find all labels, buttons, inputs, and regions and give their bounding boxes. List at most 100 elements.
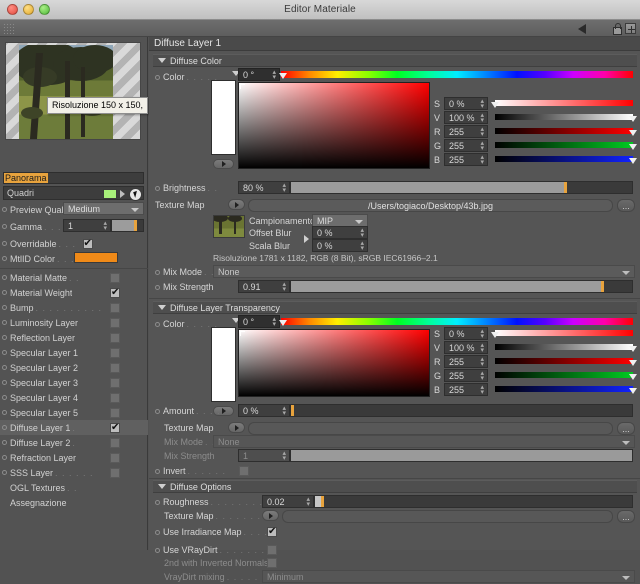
stepper-icon[interactable]: ▴▾ [282,282,286,292]
anim-track-icon[interactable] [2,305,7,310]
expand-button[interactable] [625,23,636,34]
material-preview[interactable] [5,42,141,140]
amount-slider[interactable] [290,404,633,417]
anim-track-icon[interactable] [2,365,7,370]
quadri-row[interactable]: Quadri [3,186,144,200]
sidebar-item-assegnazione[interactable]: Assegnazione [0,495,148,510]
stepper-icon[interactable]: ▴▾ [480,371,484,381]
vraydirt-mixing-select[interactable]: Minimum [262,570,635,583]
back-arrow-icon[interactable] [578,24,586,34]
channel-checkbox[interactable] [110,423,120,433]
transparency-mix-strength-slider[interactable] [290,449,633,462]
channel-knob[interactable] [491,102,499,108]
transparency-hue-input[interactable]: 0 ° ▴▾ [238,315,280,328]
inverted-normals-checkbox[interactable] [267,558,277,568]
stepper-icon[interactable]: ▴▾ [272,70,276,80]
channel-row-luminosity-layer[interactable]: Luminosity Layer [0,315,148,330]
stepper-icon[interactable]: ▴▾ [480,113,484,123]
channel-value-input[interactable]: 0 %▴▾ [444,327,488,340]
channel-row-diffuse-layer-2[interactable]: Diffuse Layer 2. [0,435,148,450]
offset-blur-input[interactable]: 0 % ▴▾ [312,226,368,239]
mix-strength-input[interactable]: 0.91 ▴▾ [238,280,290,293]
channel-knob[interactable] [629,374,637,380]
gamma-input[interactable]: 1 ▴▾ [63,219,111,232]
anim-track-icon[interactable] [2,470,7,475]
channel-checkbox[interactable] [110,438,120,448]
stepper-icon[interactable]: ▴▾ [282,451,286,461]
roughness-slider[interactable] [314,495,633,508]
channel-row-specular-layer-2[interactable]: Specular Layer 2 [0,360,148,375]
anim-track-icon[interactable] [2,256,7,261]
stepper-icon[interactable]: ▴▾ [103,221,107,231]
channel-row-specular-layer-3[interactable]: Specular Layer 3 [0,375,148,390]
material-name-input[interactable]: Panorama [3,172,144,184]
channel-s-slider[interactable] [495,330,633,336]
channel-checkbox[interactable] [110,468,120,478]
channel-value-input[interactable]: 255▴▾ [444,153,488,166]
channel-checkbox[interactable] [110,393,120,403]
channel-row-specular-layer-4[interactable]: Specular Layer 4 [0,390,148,405]
anim-track-icon[interactable] [155,75,160,80]
mix-strength-slider[interactable] [290,280,633,293]
use-vraydirt-checkbox[interactable] [267,545,277,555]
stepper-icon[interactable]: ▴▾ [282,183,286,193]
channel-g-slider[interactable] [495,142,633,148]
overridable-row[interactable]: Overridable . . . [0,236,148,251]
anim-track-icon[interactable] [155,186,160,191]
anim-track-icon[interactable] [2,207,7,212]
diffuse-color-apply-button[interactable] [213,159,234,169]
stepper-icon[interactable]: ▴▾ [480,127,484,137]
channel-checkbox[interactable] [110,348,120,358]
invert-checkbox[interactable] [239,466,249,476]
channel-v-slider[interactable] [495,114,633,120]
overridable-checkbox[interactable] [83,239,93,249]
diffuse-sv-box[interactable] [238,82,430,169]
anim-track-icon[interactable] [155,285,160,290]
channel-value-input[interactable]: 0 %▴▾ [444,97,488,110]
channel-value-input[interactable]: 100 %▴▾ [444,341,488,354]
texture-thumbnail[interactable] [213,215,245,238]
stepper-icon[interactable]: ▴▾ [480,141,484,151]
scala-blur-input[interactable]: 0 % ▴▾ [312,239,368,252]
channel-knob[interactable] [491,332,499,338]
anim-track-icon[interactable] [2,275,7,280]
channel-row-sss-layer[interactable]: SSS Layer. . . . . . [0,465,148,480]
channel-value-input[interactable]: 255▴▾ [444,125,488,138]
quadri-color-swatch[interactable] [103,189,117,199]
transparency-sv-box[interactable] [238,329,430,397]
channel-row-diffuse-layer-1[interactable]: Diffuse Layer 1. [0,420,148,435]
hue-knob[interactable] [279,73,287,79]
brightness-input[interactable]: 80 % ▴▾ [238,181,290,194]
channel-knob[interactable] [629,346,637,352]
channel-checkbox[interactable] [110,333,120,343]
use-irradiance-map-checkbox[interactable] [267,527,277,537]
channel-r-slider[interactable] [495,358,633,364]
mtlid-color-swatch[interactable] [74,252,118,263]
stepper-icon[interactable]: ▴▾ [480,155,484,165]
channel-b-slider[interactable] [495,386,633,392]
channel-knob[interactable] [629,388,637,394]
roughness-input[interactable]: 0.02 ▴▾ [262,495,314,508]
cursor-picker-icon[interactable] [129,188,142,201]
transparency-mix-strength-input[interactable]: 1 ▴▾ [238,449,290,462]
sidebar-item-ogl-textures[interactable]: OGL Textures. . [0,480,148,495]
channel-value-input[interactable]: 255▴▾ [444,369,488,382]
transparency-mix-mode-select[interactable]: None [213,435,635,448]
channel-row-material-matte[interactable]: Material Matte. . [0,270,148,285]
anim-track-icon[interactable] [2,410,7,415]
channel-knob[interactable] [629,130,637,136]
brightness-slider[interactable] [290,181,633,194]
anim-track-icon[interactable] [155,500,160,505]
chevron-right-icon[interactable] [304,235,309,243]
channel-row-reflection-layer[interactable]: Reflection Layer [0,330,148,345]
options-texture-browse-button[interactable]: ... [617,510,635,523]
amount-input[interactable]: 0 % ▴▾ [238,404,290,417]
anim-track-icon[interactable] [155,469,160,474]
anim-track-icon[interactable] [2,335,7,340]
stepper-icon[interactable]: ▴▾ [480,343,484,353]
anim-track-icon[interactable] [155,530,160,535]
transparency-texture-browse-button[interactable]: ... [617,422,635,435]
anim-track-icon[interactable] [2,395,7,400]
channel-knob[interactable] [629,116,637,122]
channel-checkbox[interactable] [110,273,120,283]
